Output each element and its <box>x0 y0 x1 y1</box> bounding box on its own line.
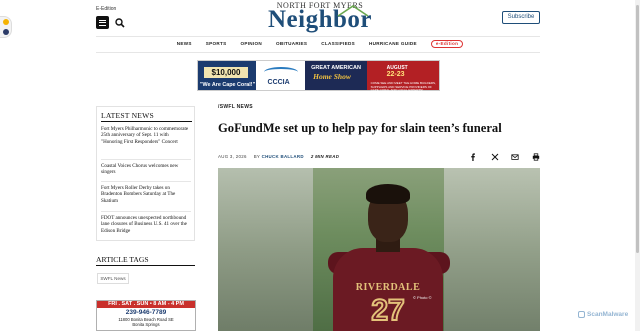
jersey-text: RIVERDALE <box>355 282 421 293</box>
banner-ccia: CCCIA <box>267 79 290 86</box>
news-divider <box>101 159 191 160</box>
nav-item-opinion[interactable]: OPINION <box>240 40 262 48</box>
article-tags-title: ARTICLE TAGS <box>96 255 149 264</box>
site-logo[interactable]: Neighbor <box>0 6 640 34</box>
nav-item-eedition[interactable]: e-Edition <box>430 40 464 48</box>
latest-news-title: LATEST NEWS <box>101 111 154 120</box>
banner-ad[interactable]: $10,000 "We Are Cape Coral!" CCCIA GREAT… <box>197 60 440 93</box>
photo-blur-right <box>444 168 540 331</box>
print-icon[interactable] <box>532 153 540 161</box>
nav-item-hurricane-guide[interactable]: HURRICANE GUIDE <box>369 40 417 48</box>
article-category[interactable]: /SWFL NEWS <box>218 104 253 110</box>
banner-slogan: "We Are Cape Coral!" <box>200 82 256 88</box>
article-meta: AUG 3, 2026 BY CHUCK BALLARD 2 MIN READ <box>218 154 339 159</box>
latest-news-rule <box>101 121 192 122</box>
wave-logo-icon <box>263 67 298 77</box>
banner-panel-ccia: CCCIA <box>255 61 306 90</box>
latest-news-item[interactable]: FDOT announces unexpected northbound lan… <box>101 215 191 234</box>
latest-news-widget: LATEST NEWS Fort Myers Philharmonic to c… <box>96 106 195 241</box>
read-time: 2 MIN READ <box>310 154 340 159</box>
shield-icon <box>578 311 585 318</box>
scrollbar-thumb[interactable] <box>636 5 639 253</box>
email-icon[interactable] <box>511 153 519 161</box>
banner-amount: $10,000 <box>204 67 248 78</box>
article-headline: GoFundMe set up to help pay for slain te… <box>218 121 502 135</box>
latest-news-item[interactable]: Fort Myers Roller Derby takes on Bradent… <box>101 185 191 204</box>
latest-news-item[interactable]: Fort Myers Philharmonic to commemorate 2… <box>101 126 191 145</box>
banner-panel-dates: AUGUST 22-23 COME SEE AND MEET THE HOME … <box>366 61 439 93</box>
sidebar-ad-phone: 239-946-7789 <box>125 309 167 316</box>
article-date: AUG 3, 2026 <box>218 154 247 159</box>
tag-swfl-news[interactable]: SWFL News <box>97 273 129 284</box>
banner-home-show: Home Show <box>313 72 351 81</box>
banner-panel-prize: $10,000 "We Are Cape Coral!" <box>198 61 256 90</box>
sidebar-ad-address-line2: Bonita Springs <box>132 322 160 327</box>
x-twitter-icon[interactable] <box>491 153 499 161</box>
scanmalware-watermark: ScanMalware <box>578 311 628 318</box>
subscribe-button[interactable]: Subscribe <box>502 11 540 24</box>
banner-panel-home-show: GREAT AMERICAN Home Show <box>305 61 367 90</box>
byline: BY CHUCK BALLARD <box>254 154 304 159</box>
house-roof-icon <box>337 5 369 17</box>
nav-item-classifieds[interactable]: CLASSIFIEDS <box>321 40 355 48</box>
byline-by: BY <box>253 154 261 159</box>
page-scrollbar[interactable] <box>635 0 640 331</box>
nav-item-obituaries[interactable]: OBITUARIES <box>276 40 307 48</box>
photo-blur-left <box>218 168 313 331</box>
watermark-text: ScanMalware <box>587 311 629 318</box>
sidebar-ad-address: 11800 Bonita Beach Road SE Bonita Spring… <box>97 317 195 327</box>
nav-divider-top <box>96 36 540 37</box>
banner-fine-print: COME SEE AND MEET THE HOME BUILDERS, SUP… <box>370 81 436 93</box>
facebook-icon[interactable] <box>469 153 477 161</box>
article-photo[interactable]: RIVERDALE 27 © Photo © <box>218 168 540 331</box>
nav-divider-bottom <box>96 52 540 53</box>
article-tags-rule <box>96 265 195 266</box>
news-divider <box>101 211 191 212</box>
main-nav: NEWS SPORTS OPINION OBITUARIES CLASSIFIE… <box>0 40 640 48</box>
sidebar-ad-hours: FRI . SAT . SUN • 8 AM - 4 PM <box>97 301 195 308</box>
banner-days: 22-23 <box>386 71 405 78</box>
latest-news-item[interactable]: Coastal Voices Chorus welcomes new singe… <box>101 163 191 176</box>
player-hair <box>366 184 410 204</box>
news-divider <box>101 181 191 182</box>
nav-item-sports[interactable]: SPORTS <box>206 40 227 48</box>
banner-great-american: GREAT AMERICAN <box>311 65 361 71</box>
jersey-number: 27 <box>370 293 405 328</box>
photo-credit: © Photo © <box>413 295 432 300</box>
nav-item-news[interactable]: NEWS <box>177 40 192 48</box>
article-author[interactable]: CHUCK BALLARD <box>262 154 304 159</box>
sidebar-ad[interactable]: FRI . SAT . SUN • 8 AM - 4 PM 239-946-77… <box>96 300 196 331</box>
